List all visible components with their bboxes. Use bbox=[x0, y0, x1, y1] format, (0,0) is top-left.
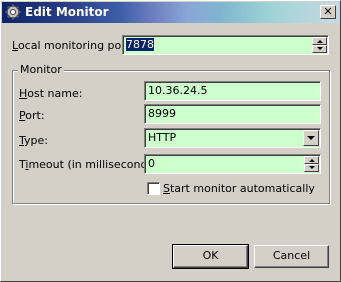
spin-down-button[interactable] bbox=[304, 164, 319, 172]
timeout-value: 0 bbox=[148, 157, 155, 170]
start-monitor-checkbox[interactable] bbox=[147, 182, 160, 195]
arrow-down-icon bbox=[309, 166, 315, 169]
arrow-down-icon bbox=[317, 47, 323, 50]
host-name-input[interactable]: 10.36.24.5 bbox=[144, 81, 321, 101]
ok-button[interactable]: OK bbox=[172, 244, 249, 269]
type-select[interactable]: HTTP bbox=[144, 128, 321, 148]
port-label: Port: bbox=[19, 109, 45, 122]
chevron-down-icon bbox=[307, 136, 315, 140]
spin-up-button[interactable] bbox=[304, 156, 319, 164]
type-label: Type: bbox=[19, 134, 48, 147]
type-value: HTTP bbox=[148, 131, 177, 144]
port-input[interactable]: 8999 bbox=[144, 104, 321, 124]
local-port-spinner[interactable] bbox=[312, 37, 327, 53]
edit-monitor-dialog: Edit Monitor ✕ Local monitoring port: 78… bbox=[0, 0, 341, 282]
spin-down-button[interactable] bbox=[312, 45, 327, 53]
timeout-label: Timeout (in milliseconds): bbox=[19, 158, 162, 171]
type-dropdown-button[interactable] bbox=[303, 130, 319, 146]
local-port-label: Local monitoring port: bbox=[12, 39, 134, 52]
gear-icon bbox=[5, 4, 21, 20]
host-name-value: 10.36.24.5 bbox=[148, 84, 208, 97]
timeout-spinner[interactable] bbox=[304, 156, 319, 172]
close-icon: ✕ bbox=[323, 5, 333, 18]
start-monitor-label[interactable]: Start monitor automatically bbox=[163, 182, 315, 195]
monitor-group-title: Monitor bbox=[18, 63, 64, 76]
timeout-input[interactable]: 0 bbox=[144, 154, 321, 174]
close-button[interactable]: ✕ bbox=[320, 5, 336, 19]
port-value: 8999 bbox=[148, 107, 176, 120]
arrow-up-icon bbox=[317, 40, 323, 43]
arrow-up-icon bbox=[309, 159, 315, 162]
cancel-button[interactable]: Cancel bbox=[254, 245, 329, 268]
window-title: Edit Monitor bbox=[25, 5, 109, 19]
local-port-value: 7878 bbox=[126, 38, 154, 51]
title-bar[interactable]: Edit Monitor ✕ bbox=[2, 2, 339, 23]
local-port-input[interactable]: 7878 bbox=[122, 35, 329, 55]
spin-up-button[interactable] bbox=[312, 37, 327, 45]
host-name-label: Host name: bbox=[19, 87, 83, 100]
